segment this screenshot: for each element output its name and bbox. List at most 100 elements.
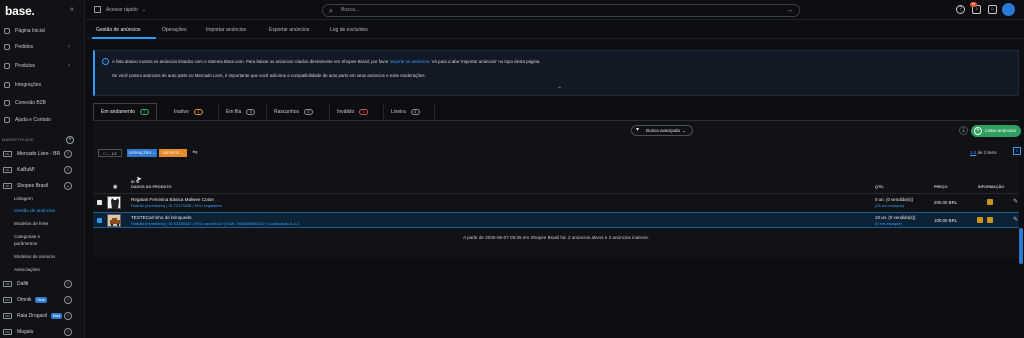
product-meta[interactable]: Padrão (Inventário) | ID 72174035 | SKU … bbox=[131, 203, 222, 208]
shopee-sub-ad-management[interactable]: Gestão de anúncios bbox=[14, 208, 55, 213]
shopee-sub-categories[interactable]: Categorias e bbox=[14, 234, 40, 239]
product-name[interactable]: Regatas Feminina Básica Malwee Coton bbox=[131, 197, 214, 202]
support-button[interactable]: SUPORTE ⌄ bbox=[159, 149, 187, 157]
info-badge-icon[interactable] bbox=[987, 217, 993, 223]
sidebar-item-label: Página Inicial bbox=[15, 28, 45, 34]
camera-icon: ◉ bbox=[113, 184, 118, 190]
tab-operations[interactable]: Operações bbox=[162, 27, 186, 33]
sidebar-item-home[interactable]: Página Inicial bbox=[0, 25, 85, 37]
grid-icon bbox=[94, 6, 101, 13]
b2b-icon bbox=[4, 100, 10, 106]
help-circle-icon[interactable]: ? bbox=[956, 5, 965, 14]
tank-top-image bbox=[111, 198, 119, 209]
filter-toggle-icon[interactable]: ⇋ bbox=[191, 149, 199, 157]
column-header-product: DADOS DO PRODUTO bbox=[131, 185, 172, 189]
status-tab-queued[interactable]: Em fila 0 bbox=[219, 103, 267, 120]
product-meta[interactable]: Padrão (Inventário) | ID 62435022 | SKU … bbox=[131, 221, 299, 226]
sidebar-item-label: Shopee Brasil bbox=[17, 183, 49, 189]
shopee-sub-shipping-models[interactable]: Modelos de frete bbox=[14, 221, 48, 226]
download-icon[interactable]: ⤓ bbox=[959, 126, 968, 135]
scrollbar[interactable] bbox=[1019, 228, 1023, 264]
quantity-value: 10 un. (0 vendido(s)) bbox=[875, 215, 916, 220]
sidebar-item-orders[interactable]: Pedidos › bbox=[0, 41, 85, 53]
active-tab-indicator bbox=[92, 37, 156, 39]
sidebar-item-integrations[interactable]: Integrações bbox=[0, 79, 85, 91]
sidebar-item-help[interactable]: Ajuda e Contato bbox=[0, 114, 85, 126]
collapse-sidebar-icon[interactable]: « bbox=[70, 6, 74, 13]
table-row[interactable]: TESTECarrinho de brinquedo Padrão (Inven… bbox=[93, 212, 1019, 228]
sidebar-item-mercado-livre[interactable]: ML Mercado Livre - BR › bbox=[0, 148, 85, 160]
status-tab-inactive[interactable]: Inativo 3 bbox=[167, 103, 219, 120]
sidebar-item-label: Raia Drogasil bbox=[17, 313, 48, 319]
import-ads-link[interactable]: importe os anúncios bbox=[390, 59, 429, 64]
operations-button[interactable]: OPERAÇÕES ⌄ bbox=[127, 149, 157, 157]
shopee-sub-associations[interactable]: Associações bbox=[14, 267, 40, 272]
search-icon: ⌕ bbox=[329, 8, 333, 15]
beta-badge: Beta bbox=[51, 313, 63, 319]
sidebar-item-b2b[interactable]: Conexão B2B bbox=[0, 97, 85, 109]
info-badge-icon[interactable] bbox=[977, 217, 983, 223]
sidebar-item-omnik[interactable]: Om Omnik Beta › bbox=[0, 294, 85, 306]
product-name[interactable]: TESTECarrinho de brinquedo bbox=[131, 215, 192, 220]
search-input[interactable]: ⌕ Busca... → bbox=[322, 4, 800, 17]
arrow-right-icon[interactable]: → bbox=[786, 5, 793, 16]
magalu-icon: Mg bbox=[3, 329, 12, 335]
shopee-sub-listing[interactable]: Listagem bbox=[14, 196, 33, 201]
edit-pencil-icon[interactable]: ✎ bbox=[1013, 198, 1018, 205]
chevron-right-icon: › bbox=[64, 312, 72, 320]
logo[interactable]: base. bbox=[5, 4, 35, 18]
tab-export-ads[interactable]: Exportar anúncios bbox=[269, 27, 309, 33]
listings-panel: ▾ Busca avançada ⌄ ⤓ + Listar anúncios ☐ ⌄ … bbox=[93, 120, 1021, 258]
row-checkbox[interactable] bbox=[97, 200, 102, 205]
sidebar-item-kabum[interactable]: Kb KaBuM! › bbox=[0, 164, 85, 176]
chevron-up-icon[interactable]: ⌃ bbox=[557, 86, 562, 93]
row-checkbox[interactable] bbox=[97, 218, 102, 223]
shopee-sub-ad-models[interactable]: Modelos de anúncio bbox=[14, 254, 55, 259]
tab-import-ads[interactable]: Importar anúncios bbox=[206, 27, 246, 33]
price-value: 200.00 BRL bbox=[934, 200, 958, 205]
sidebar-item-magalu[interactable]: Mg Magalu › bbox=[0, 326, 85, 338]
tab-deleted-log[interactable]: Log de excluídos bbox=[330, 27, 368, 33]
avatar[interactable] bbox=[1002, 3, 1015, 16]
status-tab-drafts[interactable]: Rascunhos 0 bbox=[267, 103, 330, 120]
sidebar-item-label: Ajuda e Contato bbox=[15, 117, 51, 123]
sidebar-item-label: KaBuM! bbox=[17, 167, 35, 173]
info-banner: i A lista abaixo mostra os anúncios list… bbox=[93, 50, 1019, 96]
list-ads-button[interactable]: + Listar anúncios bbox=[971, 125, 1021, 137]
pagination-total: de 2 itens bbox=[976, 150, 997, 155]
status-tab-invalid[interactable]: Inválido 1 bbox=[330, 103, 384, 120]
sidebar: base. « Página Inicial Pedidos › Produtos… bbox=[0, 0, 85, 338]
sidebar-item-shopee[interactable]: Sh Shopee Brasil ⌄ bbox=[0, 180, 85, 192]
count-badge: 0 bbox=[410, 108, 420, 115]
quick-access-button[interactable]: Acesso rápido ⌄ bbox=[94, 6, 146, 13]
quantity-value: 0 un. (0 vendido(s)) bbox=[875, 197, 914, 202]
sidebar-item-label: Pedidos bbox=[15, 44, 34, 50]
status-tab-in-progress[interactable]: Em andamento 2 bbox=[93, 103, 157, 120]
edit-pencil-icon[interactable]: ✎ bbox=[1013, 216, 1018, 223]
tab-ad-management[interactable]: Gestão de anúncios bbox=[96, 27, 140, 33]
chevron-down-icon: ⌄ bbox=[141, 6, 146, 13]
product-thumbnail bbox=[107, 214, 121, 227]
sidebar-item-label: Produtos bbox=[15, 63, 36, 69]
selection-count: 1/2 bbox=[111, 152, 117, 156]
shopee-sub-categories-line2[interactable]: parâmetros bbox=[14, 241, 37, 246]
status-tab-label: Em fila bbox=[226, 108, 242, 115]
price-value: 100.00 BRL bbox=[934, 218, 958, 223]
chevron-right-icon: › bbox=[64, 150, 72, 158]
advanced-search-button[interactable]: ▾ Busca avançada ⌄ bbox=[631, 125, 693, 136]
store-icon[interactable]: ⌂ bbox=[988, 5, 997, 14]
info-badge-icon[interactable] bbox=[987, 199, 993, 205]
stock-value[interactable]: (25 em estoque) bbox=[875, 203, 904, 208]
page-tabs: Gestão de anúncios Operações Importar an… bbox=[86, 21, 1024, 39]
products-icon bbox=[4, 63, 10, 69]
sidebar-item-products[interactable]: Produtos › bbox=[0, 60, 85, 72]
page-button[interactable]: 1 bbox=[1013, 147, 1021, 155]
stock-value[interactable]: (0 em estoque) bbox=[875, 221, 902, 226]
sidebar-item-raia-drogasil[interactable]: RD Raia Drogasil Beta › bbox=[0, 310, 85, 322]
table-row[interactable]: Regatas Feminina Básica Malwee Coton Pad… bbox=[93, 195, 1019, 211]
sidebar-item-dafiti[interactable]: Da Dafiti › bbox=[0, 278, 85, 290]
add-marketplace-icon[interactable]: + bbox=[66, 136, 74, 144]
info-text: A lista abaixo mostra os anúncios listad… bbox=[112, 59, 390, 64]
status-tab-trash[interactable]: Lixeira 0 bbox=[384, 103, 435, 120]
select-all-dropdown[interactable]: ☐ ⌄ 1/2 bbox=[98, 149, 122, 157]
